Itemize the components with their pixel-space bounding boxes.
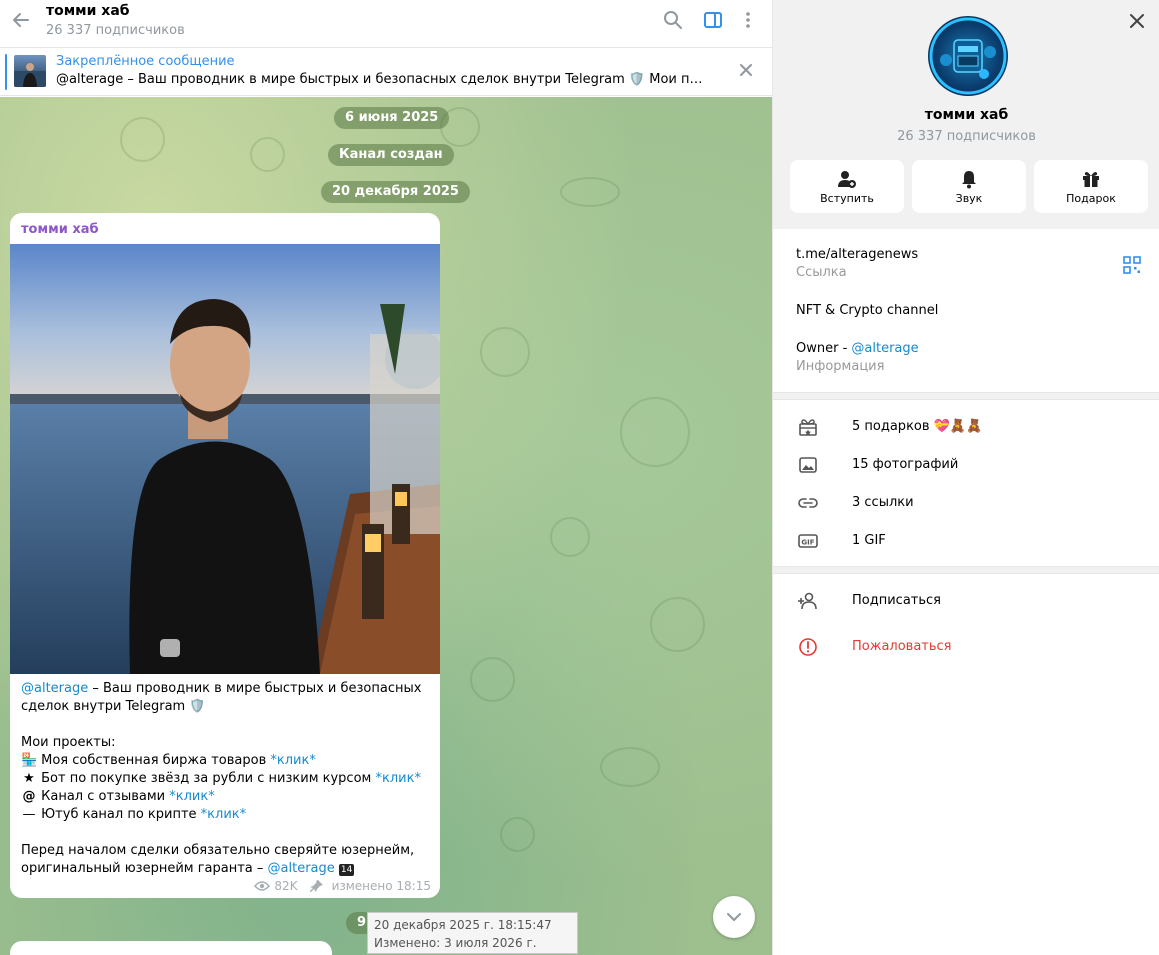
bell-icon	[962, 171, 976, 189]
sidebar-toggle-button[interactable]	[701, 8, 725, 32]
link-icon	[798, 498, 818, 508]
project-link[interactable]: *клик*	[375, 771, 420, 786]
add-user-icon	[798, 592, 817, 610]
post-author[interactable]: томми хаб	[21, 222, 99, 237]
date-separator: 6 июня 2025	[334, 107, 450, 129]
more-vertical-icon	[746, 12, 750, 28]
pinned-close-button[interactable]	[736, 60, 756, 84]
photo-icon	[799, 457, 817, 473]
pinned-thumbnail	[14, 55, 46, 87]
shop-icon: 🏪	[21, 753, 38, 768]
chevron-down-icon	[727, 913, 741, 921]
back-button[interactable]	[9, 8, 33, 32]
mention-link[interactable]: @alterage	[268, 861, 335, 876]
svg-text:GIF: GIF	[801, 539, 814, 547]
section-divider	[773, 566, 1159, 574]
post-text: @alterage – Ваш проводник в мире быстрых…	[21, 681, 422, 876]
pinned-title: Закреплённое сообщение	[56, 54, 235, 69]
channel-created-notice: Канал создан	[328, 144, 454, 166]
sound-button[interactable]: Звук	[912, 160, 1026, 213]
info-link[interactable]: t.me/alteragenews Ссылка	[796, 247, 918, 280]
channel-post[interactable]: томми хаб @alterage – Ваш проводник в ми…	[10, 213, 440, 898]
gift-icon	[1083, 172, 1099, 187]
owner-mention-link[interactable]: @alterage	[851, 341, 918, 356]
media-row-photos[interactable]: 15 фотографий	[773, 446, 1159, 484]
media-row-gif[interactable]: GIF 1 GIF	[773, 522, 1159, 560]
channel-avatar[interactable]	[928, 16, 1008, 96]
pinned-indicator	[5, 54, 7, 90]
chat-title[interactable]: томми хаб	[46, 3, 130, 19]
qr-code-icon	[1123, 256, 1141, 274]
sidebar-panel-icon	[704, 12, 722, 28]
media-row-gifts[interactable]: 5 подарков 💝🧸🧸	[773, 408, 1159, 446]
close-icon	[740, 64, 752, 76]
section-divider	[773, 392, 1159, 400]
add-user-icon	[838, 171, 856, 188]
search-button[interactable]	[661, 8, 685, 32]
post-photo[interactable]	[10, 244, 440, 674]
view-count: 82K	[274, 879, 298, 893]
profile-header: томми хаб 26 337 подписчиков Вступить Зв…	[773, 0, 1159, 229]
pinned-message-bar[interactable]: Закреплённое сообщение @alterage – Ваш п…	[0, 48, 772, 96]
gift-button[interactable]: Подарок	[1034, 160, 1148, 213]
project-link[interactable]: *клик*	[270, 753, 315, 768]
gif-icon: GIF	[798, 534, 818, 548]
chat-subscribers: 26 337 подписчиков	[46, 23, 185, 38]
pinned-text: @alterage – Ваш проводник в мире быстрых…	[56, 72, 706, 87]
edited-time: изменено 18:15	[331, 879, 431, 893]
profile-name: томми хаб	[924, 107, 1009, 123]
post-meta: 82K изменено 18:15	[254, 879, 431, 893]
join-button[interactable]: Вступить	[790, 160, 904, 213]
profile-panel: томми хаб 26 337 подписчиков Вступить Зв…	[772, 0, 1159, 955]
qr-code-button[interactable]	[1123, 256, 1141, 274]
dash-icon: —	[22, 807, 36, 822]
mention-link[interactable]: @alterage	[21, 681, 88, 696]
gift-star-icon	[799, 419, 817, 436]
close-icon	[1130, 14, 1144, 28]
alert-icon	[799, 638, 817, 656]
project-link[interactable]: *клик*	[201, 807, 246, 822]
profile-close-button[interactable]	[1125, 9, 1149, 33]
more-menu-button[interactable]	[736, 8, 760, 32]
date-separator: 20 декабря 2025	[321, 181, 470, 203]
report-row[interactable]: Пожаловаться	[773, 628, 1159, 666]
media-row-links[interactable]: 3 ссылки	[773, 484, 1159, 522]
pin-icon	[309, 880, 323, 892]
info-description: NFT & Crypto channel	[796, 303, 938, 318]
badge: 14	[338, 864, 355, 876]
channel-post-next[interactable]	[10, 941, 332, 955]
eye-icon	[254, 881, 271, 891]
channel-description: NFT & Crypto channel	[796, 303, 939, 318]
star-icon: ★	[23, 771, 35, 786]
at-sign-icon: @	[22, 789, 36, 804]
project-link[interactable]: *клик*	[169, 789, 214, 804]
search-icon	[664, 11, 682, 29]
info-owner: Owner - @alterage Информация	[796, 341, 919, 374]
channel-link[interactable]: t.me/alteragenews	[796, 247, 918, 262]
subscribe-row[interactable]: Подписаться	[773, 582, 1159, 620]
chat-header: томми хаб 26 337 подписчиков	[0, 0, 772, 48]
chat-column: томми хаб 26 337 подписчиков Закреплённо…	[0, 0, 772, 955]
scroll-down-button[interactable]	[713, 896, 755, 938]
arrow-left-icon	[13, 13, 29, 27]
profile-subscribers: 26 337 подписчиков	[897, 129, 1036, 144]
timestamp-tooltip: 20 декабря 2025 г. 18:15:47 Изменено: 3 …	[367, 912, 578, 955]
